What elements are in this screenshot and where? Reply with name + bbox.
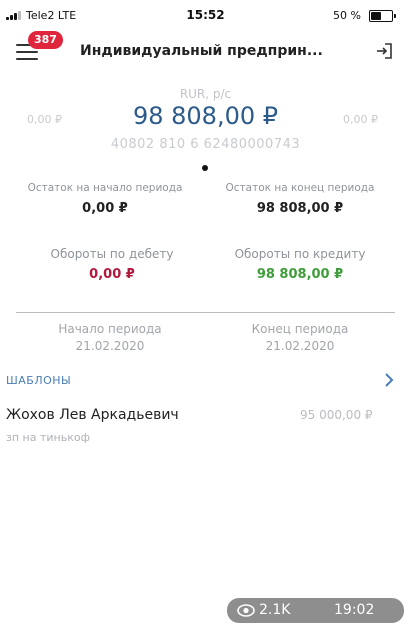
period-end-label[interactable]: Конец периода xyxy=(200,322,400,336)
debit-turnover-value: 0,00 ₽ xyxy=(89,267,135,282)
account-number: 40802 810 6 62480000743 xyxy=(110,137,301,152)
page-title: Индивидуальный предприн... xyxy=(80,43,323,59)
battery-percent: 50 % xyxy=(333,9,361,22)
template-amount: 95 000,00 ₽ xyxy=(300,408,373,422)
template-description: зп на тинькоф xyxy=(6,431,90,444)
chevron-right-icon[interactable] xyxy=(382,372,396,388)
next-account-amount[interactable]: 0,00 ₽ xyxy=(343,113,378,126)
account-type: RUR, р/с xyxy=(179,87,232,101)
templates-heading[interactable]: ШАБЛОНЫ xyxy=(6,374,71,387)
end-balance-value: 98 808,00 ₽ xyxy=(256,201,344,216)
template-name[interactable]: Жохов Лев Аркадьевич xyxy=(6,407,179,423)
status-bar: Tele2 LTE 15:52 50 % xyxy=(0,4,411,32)
start-balance-value: 0,00 ₽ xyxy=(82,201,128,216)
battery-icon xyxy=(369,10,396,22)
credit-turnover-value: 98 808,00 ₽ xyxy=(256,267,344,282)
page-indicator-dot xyxy=(202,165,208,171)
video-overlay-pill: 2.1K 19:02 xyxy=(227,598,404,623)
start-balance-label: Остаток на начало периода xyxy=(27,182,183,194)
logout-icon[interactable] xyxy=(374,41,394,61)
eye-icon xyxy=(237,604,255,617)
period-end-date[interactable]: 21.02.2020 xyxy=(200,339,400,353)
notification-badge: 387 xyxy=(28,31,63,49)
divider xyxy=(16,312,395,313)
overlay-time: 19:02 xyxy=(334,602,375,618)
period-start-label[interactable]: Начало периода xyxy=(10,322,210,336)
credit-turnover-label: Обороты по кредиту xyxy=(234,247,366,261)
debit-turnover-label: Обороты по дебету xyxy=(50,247,174,261)
end-balance-label: Остаток на конец периода xyxy=(225,182,375,194)
views-count: 2.1K xyxy=(259,602,291,618)
period-start-date[interactable]: 21.02.2020 xyxy=(10,339,210,353)
